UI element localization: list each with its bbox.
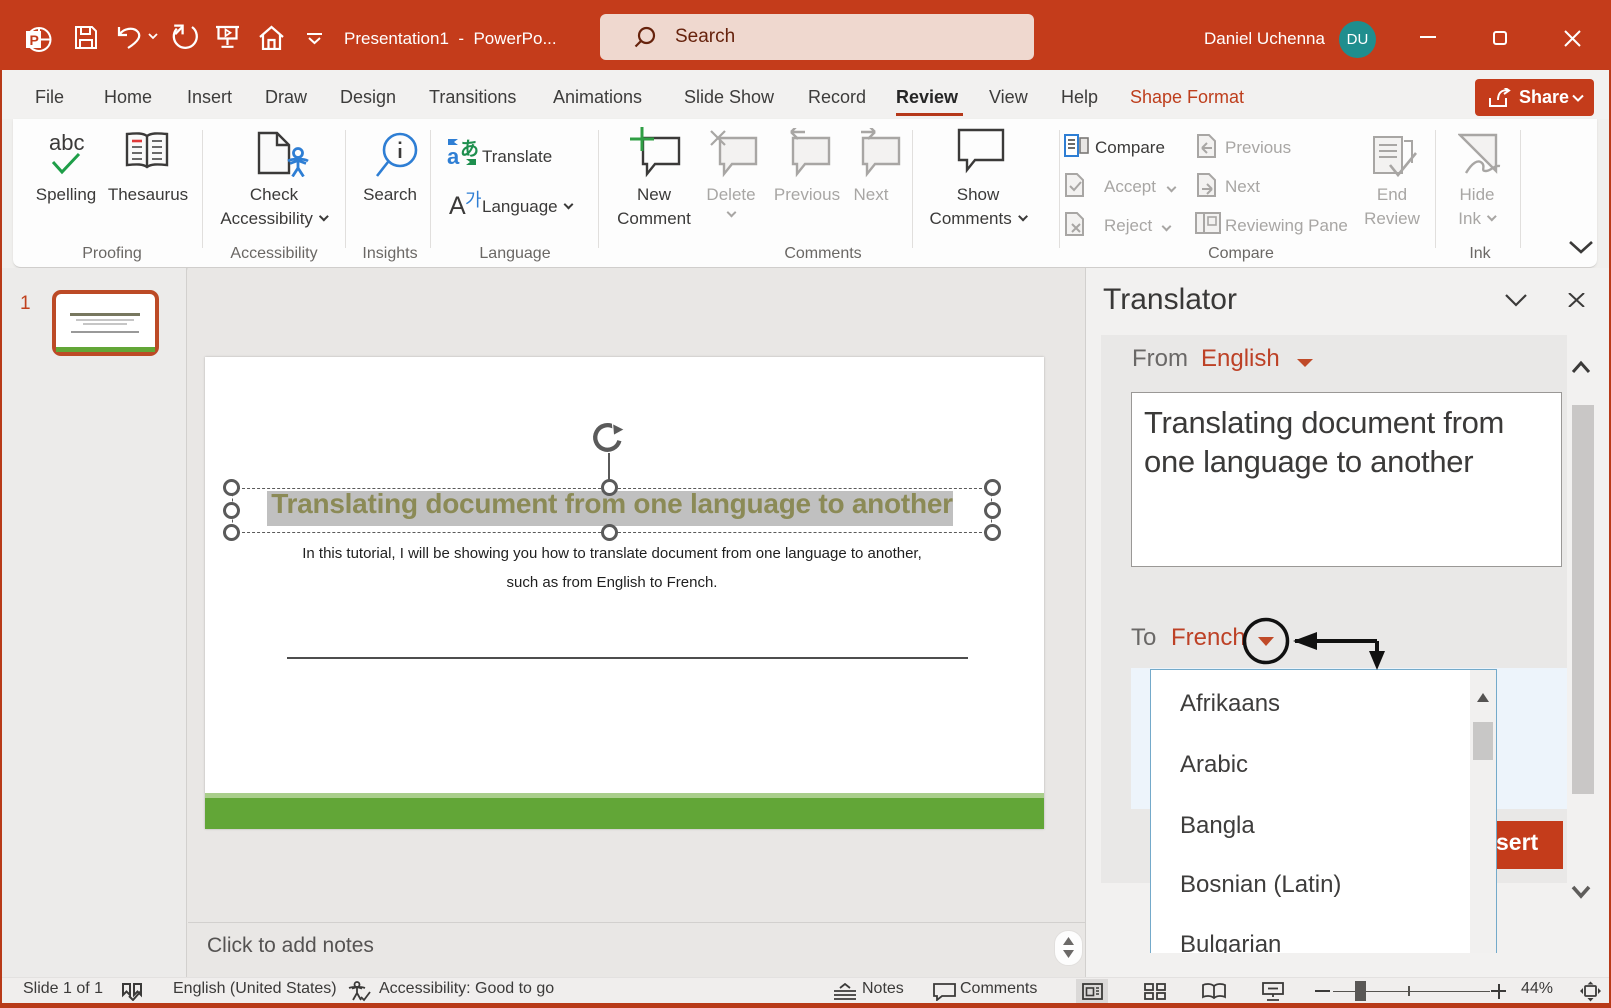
svg-text:P: P [30, 32, 39, 48]
